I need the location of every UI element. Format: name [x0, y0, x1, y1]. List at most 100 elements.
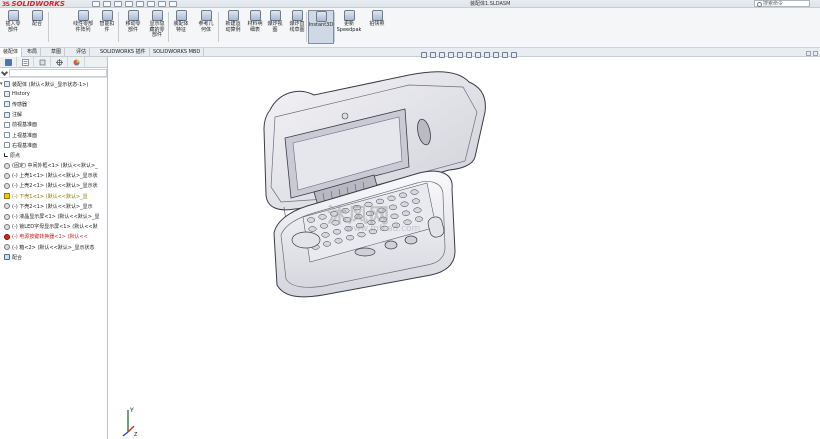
ribbon-tool-bom[interactable]: 材料明 细表 — [244, 10, 266, 33]
tree-item-label: (-) 箱<2> (默认<<默认>_显示状态 — [12, 244, 95, 251]
tree-item[interactable]: (-) 液晶显示屏<1> (默认<<默认>_显 — [0, 211, 107, 221]
brand-name: SOLIDWORKS — [11, 0, 65, 8]
ribbon-tool-show-hidden[interactable]: 显示隐 藏的零 部件 — [146, 10, 168, 39]
command-manager-ribbon: 插入零 部件 配合 线性零部 件阵列 智能扣 件移动零 部件 显示隐 藏的零 部件 装配体… — [0, 8, 820, 48]
tree-root-assembly[interactable]: ▾ 装配体 (默认<默认_显示状态-1>) — [0, 79, 107, 89]
configuration-icon — [39, 59, 45, 66]
solidworks-window: 3S SOLIDWORKS 装配体1.SLDASM 搜索命令 插入零 部件 配合线… — [0, 0, 820, 439]
ribbon-tool-label: Instant3D — [308, 22, 334, 28]
tab-configuration-manager[interactable] — [34, 57, 51, 68]
tree-item-label: (-) 电源按键转换器<1> (默认<< — [12, 234, 88, 241]
maximize-icon[interactable] — [813, 51, 818, 56]
command-tab[interactable]: 草图 — [48, 48, 66, 57]
tree-item[interactable]: (-) 上壳1<1> (默认<<默认>_显示状 — [0, 171, 107, 181]
search-commands-input[interactable]: 搜索命令 — [754, 0, 810, 7]
ribbon-tool-instant3d[interactable]: Instant3D — [308, 10, 334, 44]
tree-item-label: 传感器 — [12, 101, 28, 108]
keyboard-key — [308, 226, 317, 232]
command-tab[interactable]: 布局 — [24, 48, 42, 57]
command-tab[interactable]: SOLIDWORKS MBD — [150, 48, 205, 57]
ribbon-tool-exploded-view[interactable]: 爆炸视 图 — [264, 10, 286, 33]
tree-item[interactable]: (-) 箱<2> (默认<<默认>_显示状态 — [0, 242, 107, 252]
tree-item[interactable]: 配合 — [0, 252, 107, 262]
sensor-icon — [4, 101, 10, 108]
graphics-area[interactable]: 沐风网 www.mfcad.com Y Z — [109, 51, 820, 439]
ribbon-tool-explode-line[interactable]: 爆炸直 线草图 — [286, 10, 308, 33]
keyboard-key — [332, 229, 342, 235]
tree-item[interactable]: History — [0, 89, 107, 99]
ribbon-tool-motion-study[interactable]: 新建运 动算例 — [222, 10, 244, 33]
tree-item[interactable]: (-) 电源按键转换器<1> (默认<< — [0, 232, 107, 242]
tree-item-label: 前视基准面 — [12, 122, 38, 129]
tree-item[interactable]: 传感器 — [0, 99, 107, 109]
keyboard-key — [400, 201, 409, 207]
ribbon-tool-insert-components[interactable]: 插入零 部件 — [2, 10, 24, 33]
tree-item[interactable]: (-) 下壳1<1> (默认<<默认>_显 — [0, 191, 107, 201]
tree-item[interactable]: (-) 上壳2<1> (默认<<默认>_显示状 — [0, 181, 107, 191]
command-tab[interactable]: 评估 — [73, 48, 91, 57]
assembly-icon — [4, 81, 10, 88]
command-tab[interactable]: SOLIDWORKS 插件 — [97, 48, 150, 57]
keyboard-key — [334, 238, 343, 244]
ribbon-tool-linear-pattern[interactable]: 线性零部 件阵列 — [72, 10, 94, 33]
watermark-url: www.mfcad.com — [346, 224, 421, 234]
ribbon-tool-label: 爆炸直 线草图 — [289, 21, 305, 33]
ribbon-tool-snapshot[interactable]: 拍快照 — [366, 10, 388, 28]
tree-item[interactable]: 右视基准面 — [0, 140, 107, 150]
ribbon-separator — [48, 12, 49, 42]
motion-study-icon — [227, 10, 239, 21]
explode-line-icon — [291, 10, 303, 21]
ribbon-tool-label: 智能扣 件 — [99, 21, 115, 33]
filter-icon[interactable] — [0, 68, 9, 77]
tree-item[interactable]: 上视基准面 — [0, 130, 107, 140]
ribbon-tool-speedpak[interactable]: 更新 Speedpak — [337, 10, 361, 33]
ribbon-tool-reference-geometry[interactable]: 参考几 何体 — [195, 10, 217, 33]
snapshot-icon — [371, 10, 383, 21]
speedpak-icon — [343, 10, 355, 21]
print-icon[interactable] — [125, 1, 133, 7]
part-icon — [4, 244, 10, 251]
keyboard-key — [411, 198, 421, 204]
ribbon-tool-move-component[interactable]: 移动零 部件 — [122, 10, 144, 33]
keyboard-key — [388, 204, 398, 210]
tree-item[interactable]: (固定) 中间外框<1> (默认<<默认>_ — [0, 161, 107, 171]
err-icon — [4, 233, 10, 240]
title-bar: 3S SOLIDWORKS 装配体1.SLDASM 搜索命令 — [0, 0, 820, 8]
solidworks-logo[interactable]: 3S SOLIDWORKS — [2, 0, 65, 8]
tree-item[interactable]: 原点 — [0, 150, 107, 160]
window-controls — [806, 51, 818, 56]
crosshair-icon — [55, 59, 63, 66]
ribbon-tool-mate[interactable]: 配合 — [26, 10, 48, 28]
ribbon-separator — [218, 12, 219, 42]
tab-display-manager[interactable] — [68, 57, 85, 68]
keyboard-key — [390, 213, 399, 219]
keyboard-key — [306, 217, 316, 223]
ribbon-tool-label: 拍快照 — [369, 21, 385, 27]
select-icon[interactable] — [147, 1, 155, 7]
tree-item[interactable]: (-) 下壳2<1> (默认<<默认>_显示 — [0, 201, 107, 211]
tree-item[interactable]: (-) 锁LED字母显示屏<1> (默认<<默 — [0, 222, 107, 232]
ribbon-tool-label: 装配体 特征 — [173, 21, 189, 33]
tree-item[interactable]: 注解 — [0, 110, 107, 120]
tab-dimxpert[interactable] — [51, 57, 68, 68]
new-document-icon[interactable] — [92, 1, 100, 7]
tree-item[interactable]: 前视基准面 — [0, 120, 107, 130]
tree-item-label: 原点 — [10, 152, 21, 159]
tab-feature-manager[interactable] — [0, 57, 17, 68]
filter-input[interactable] — [9, 69, 107, 77]
tab-property-manager[interactable] — [17, 57, 34, 68]
rebuild-icon[interactable] — [158, 1, 166, 7]
keyboard-key — [413, 207, 422, 213]
ds-logo-text: 3S — [2, 0, 10, 8]
history-icon — [4, 91, 10, 98]
keyboard-key — [414, 216, 424, 222]
open-document-icon[interactable] — [103, 1, 111, 7]
feature-manager-panel: ▾ 装配体 (默认<默认_显示状态-1>) History 传感器注解前视基准面上… — [0, 57, 108, 439]
command-tab[interactable]: 装配体 — [0, 48, 23, 57]
ribbon-tool-smart-fasteners[interactable]: 智能扣 件 — [96, 10, 118, 33]
ribbon-tool-assembly-features[interactable]: 装配体 特征 — [170, 10, 192, 33]
undo-icon[interactable] — [136, 1, 144, 7]
minimize-icon[interactable] — [806, 51, 811, 56]
options-icon[interactable] — [169, 1, 177, 7]
save-icon[interactable] — [114, 1, 122, 7]
